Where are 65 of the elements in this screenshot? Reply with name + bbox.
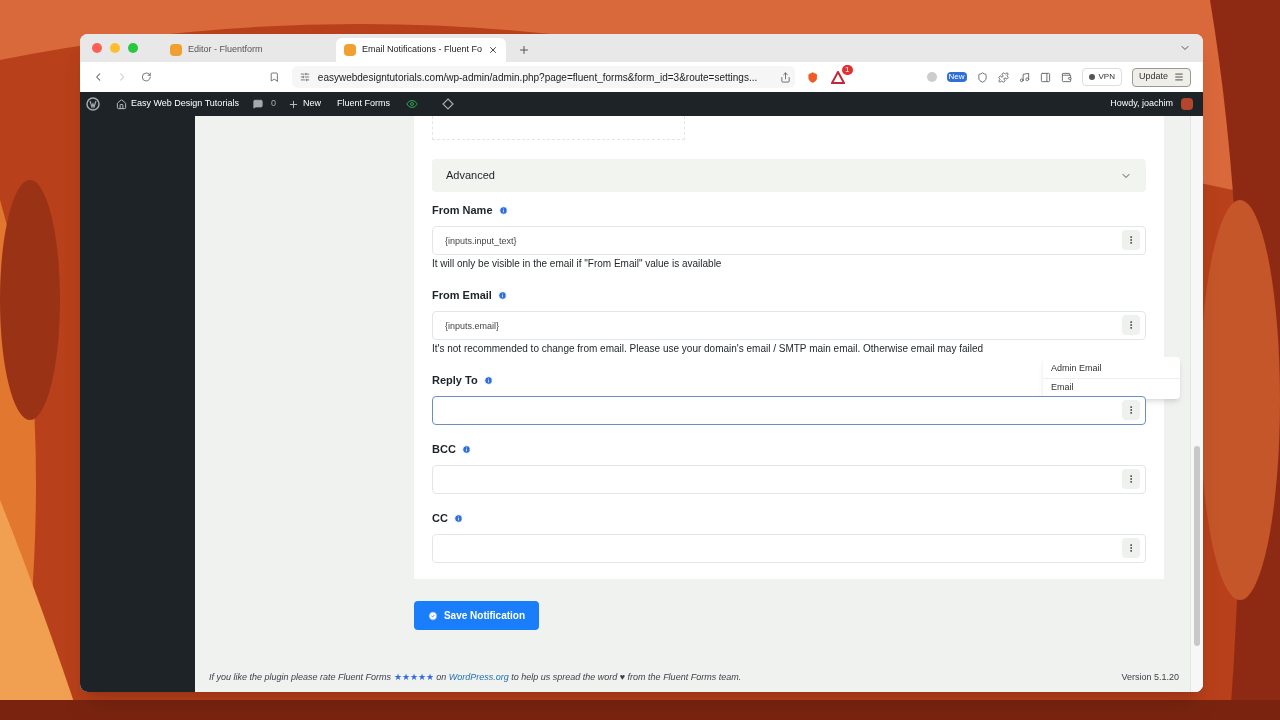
triangle-icon[interactable] <box>830 70 845 84</box>
music-icon[interactable] <box>1018 71 1030 83</box>
wallet-icon[interactable] <box>1060 71 1072 83</box>
version-text: Version 5.1.20 <box>1121 670 1179 684</box>
vpn-button[interactable]: VPN <box>1081 68 1122 86</box>
bookmark-icon[interactable] <box>269 71 280 83</box>
info-icon <box>483 375 493 385</box>
site-logo-icon <box>344 44 356 56</box>
info-icon <box>497 290 507 300</box>
reload-icon[interactable] <box>140 71 152 83</box>
more-button[interactable] <box>1122 469 1140 489</box>
new-link[interactable]: New <box>302 97 321 111</box>
check-icon <box>427 610 438 621</box>
update-button[interactable]: Update <box>1132 67 1191 87</box>
greeting-link[interactable]: Howdy, joachim <box>1110 97 1173 111</box>
new-tab-icon[interactable] <box>518 44 530 56</box>
site-logo-icon <box>170 44 182 56</box>
extensions-icon[interactable] <box>997 71 1009 83</box>
shield-icon[interactable] <box>807 70 819 84</box>
more-button[interactable] <box>1122 400 1140 420</box>
menu-item[interactable]: Admin Email <box>1043 359 1180 378</box>
section-header[interactable]: Advanced <box>432 159 1146 192</box>
field-label: BCC <box>432 441 456 457</box>
close-icon[interactable] <box>488 45 498 55</box>
close-window-icon[interactable] <box>92 43 102 53</box>
sidebar-icon[interactable] <box>1039 71 1051 83</box>
home-icon <box>116 98 127 110</box>
help-text: It will only be visible in the email if "From Email" value is available <box>432 257 723 271</box>
scrollbar[interactable] <box>1190 116 1203 692</box>
diamond-icon[interactable] <box>441 98 454 110</box>
field-label: From Name <box>432 202 493 218</box>
comment-icon <box>252 99 263 109</box>
help-text: It's not recommended to change from email. Please use your domain's email / SMTP main email. Otherwise email may failed <box>432 342 985 356</box>
save-button[interactable]: Save Notification <box>414 601 539 630</box>
maximize-window-icon[interactable] <box>128 43 138 53</box>
comment-count[interactable]: 0 <box>270 97 276 111</box>
info-icon <box>498 205 508 215</box>
plus-icon <box>287 98 299 110</box>
field-label: CC <box>432 510 448 526</box>
input-field[interactable]: {inputs.input_text} <box>432 226 1146 255</box>
more-button[interactable] <box>1122 230 1140 250</box>
notification-badge: 1 <box>842 64 853 75</box>
more-button[interactable] <box>1122 315 1140 335</box>
info-icon <box>461 444 471 454</box>
field-label: Reply To <box>432 372 478 388</box>
info-icon <box>453 513 463 523</box>
address-bar[interactable]: easywebdesigntutorials.com/wp-admin/admin.php?page=fluent_forms&form_id=3&route=settings... <box>291 66 796 88</box>
more-button[interactable] <box>1122 538 1140 558</box>
footer-text: If you like the plugin please rate Fluent Forms ★★★★★ on WordPress.org to help us spread the word ♥ from the Fluent Forms team. <box>209 670 742 684</box>
site-name-link[interactable]: Easy Web Design Tutorials <box>131 97 239 111</box>
fluent-forms-link[interactable]: Fluent Forms <box>336 97 390 111</box>
new-badge[interactable]: New <box>946 72 967 82</box>
site-settings-icon <box>299 72 310 82</box>
field-label: From Email <box>432 287 492 303</box>
wordpress-link[interactable]: WordPress.org <box>448 671 509 682</box>
share-icon[interactable] <box>780 71 792 83</box>
wordpress-logo[interactable] <box>86 97 100 111</box>
browser-tab[interactable]: Email Notifications - Fluent Fo <box>336 38 506 62</box>
menu-icon <box>1174 72 1184 82</box>
browser-tab[interactable]: Editor - Fluentform <box>162 38 332 62</box>
avatar <box>1181 98 1193 110</box>
input-field[interactable]: {inputs.email} <box>432 311 1146 340</box>
shield-icon[interactable] <box>976 71 988 83</box>
eye-icon[interactable] <box>405 98 418 110</box>
input-field[interactable] <box>432 396 1146 425</box>
